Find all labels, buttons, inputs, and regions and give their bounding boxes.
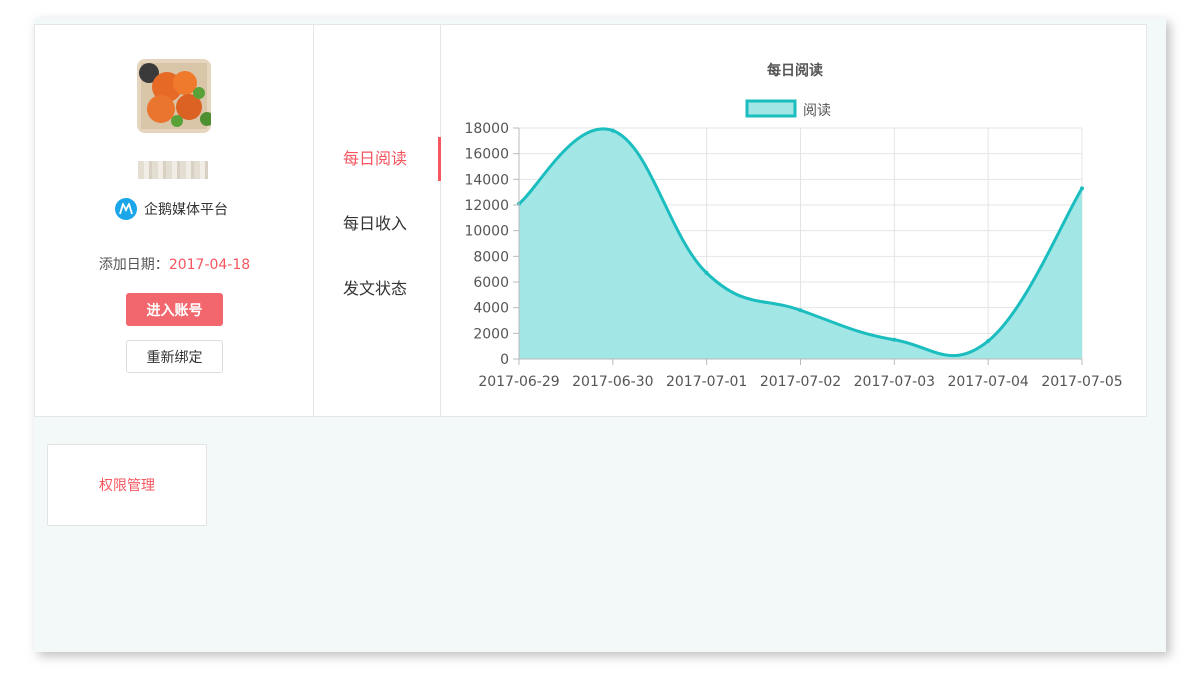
enter-account-button[interactable]: 进入账号 <box>126 293 223 326</box>
rebind-button[interactable]: 重新绑定 <box>126 340 223 373</box>
x-tick-label: 2017-07-05 <box>1041 374 1122 390</box>
account-card: 企鹅媒体平台 添加日期：2017-04-18 进入账号 重新绑定 每日阅读 每日… <box>34 24 1147 417</box>
added-date-label: 添加日期： <box>98 257 169 273</box>
added-date-value: 2017-04-18 <box>168 257 251 273</box>
y-tick-label: 12000 <box>464 198 509 214</box>
data-point <box>892 337 897 342</box>
y-tick-label: 16000 <box>464 147 509 163</box>
permission-management-label: 权限管理 <box>99 478 155 494</box>
data-point <box>986 339 991 344</box>
platform-name: 企鹅媒体平台 <box>144 202 228 218</box>
y-tick-label: 10000 <box>464 224 509 240</box>
permission-management-card[interactable]: 权限管理 <box>47 444 207 526</box>
x-tick-label: 2017-07-04 <box>947 374 1028 390</box>
y-tick-label: 14000 <box>464 172 509 188</box>
app-window: 企鹅媒体平台 添加日期：2017-04-18 进入账号 重新绑定 每日阅读 每日… <box>34 18 1166 652</box>
data-point <box>704 271 709 276</box>
added-date-row: 添加日期：2017-04-18 <box>35 254 314 274</box>
y-tick-label: 18000 <box>464 121 509 137</box>
platform-row: 企鹅媒体平台 <box>115 197 228 221</box>
x-tick-label: 2017-07-03 <box>854 374 935 390</box>
stats-menu: 每日阅读 每日收入 发文状态 <box>314 25 441 416</box>
chart-title: 每日阅读 <box>767 62 823 79</box>
y-tick-label: 6000 <box>473 275 509 291</box>
x-tick-label: 2017-06-29 <box>478 374 559 390</box>
menu-item-post-status[interactable]: 发文状态 <box>314 267 441 311</box>
x-tick-label: 2017-07-02 <box>760 374 841 390</box>
data-point <box>798 308 803 313</box>
chart-panel: 每日阅读 阅读 0 2000 4000 6000 8000 10000 12000 14000… <box>441 25 1148 416</box>
menu-item-daily-reads[interactable]: 每日阅读 <box>314 137 441 181</box>
account-info-panel: 企鹅媒体平台 添加日期：2017-04-18 进入账号 重新绑定 <box>35 25 314 416</box>
y-tick-label: 8000 <box>473 249 509 265</box>
account-avatar <box>137 59 211 133</box>
menu-item-daily-income[interactable]: 每日收入 <box>314 202 441 246</box>
y-tick-label: 2000 <box>473 326 509 342</box>
y-tick-label: 0 <box>500 352 509 368</box>
x-tick-label: 2017-06-30 <box>572 374 653 390</box>
legend-swatch <box>745 99 797 118</box>
platform-logo-icon <box>115 198 137 220</box>
legend-label: 阅读 <box>803 102 831 119</box>
y-tick-label: 4000 <box>473 301 509 317</box>
data-point <box>610 128 615 133</box>
x-tick-label: 2017-07-01 <box>666 374 747 390</box>
daily-reads-chart: 每日阅读 阅读 0 2000 4000 6000 8000 10000 12000 14000… <box>464 62 1122 390</box>
account-name-blurred <box>138 161 208 179</box>
data-point <box>1080 186 1084 191</box>
